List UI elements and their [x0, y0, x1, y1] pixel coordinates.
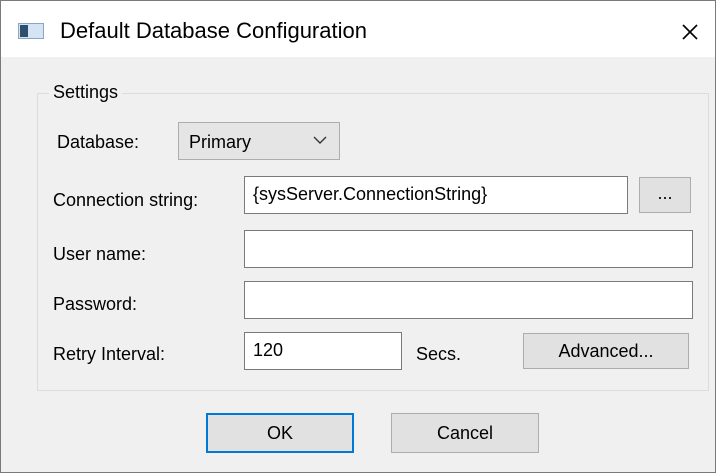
close-icon[interactable] — [673, 15, 707, 49]
database-label: Database: — [57, 132, 140, 152]
chevron-down-icon — [313, 136, 327, 144]
window-icon — [18, 23, 44, 39]
dialog-window: Default Database Configuration Settings … — [0, 0, 716, 473]
window-title: Default Database Configuration — [60, 18, 367, 43]
retry-interval-field[interactable]: 120 — [244, 332, 402, 370]
user-name-label: User name: — [53, 244, 147, 264]
settings-group-title: Settings — [49, 81, 123, 103]
database-select-value: Primary — [189, 132, 251, 152]
password-label: Password: — [53, 294, 138, 314]
retry-interval-unit: Secs. — [416, 344, 462, 364]
retry-interval-label: Retry Interval: — [53, 344, 166, 364]
database-select[interactable]: Primary — [178, 122, 340, 160]
connection-string-field[interactable]: {sysServer.ConnectionString} — [244, 176, 628, 214]
advanced-button[interactable]: Advanced... — [523, 333, 689, 369]
ok-button[interactable]: OK — [206, 413, 354, 453]
user-name-field[interactable] — [244, 230, 693, 268]
password-field[interactable] — [244, 281, 693, 319]
browse-connection-button[interactable]: ... — [639, 177, 691, 213]
connection-string-label: Connection string: — [53, 190, 199, 210]
cancel-button[interactable]: Cancel — [391, 413, 539, 453]
title-bar: Default Database Configuration — [1, 1, 715, 57]
